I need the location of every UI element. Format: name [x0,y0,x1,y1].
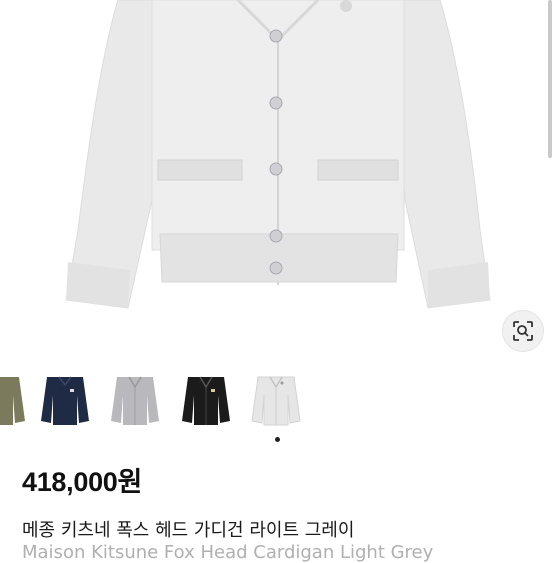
thumbnail-navy[interactable] [34,368,96,430]
thumbnail-grey-image [111,376,159,425]
thumbnail-grey[interactable] [104,368,166,430]
thumbnail-black[interactable] [175,368,237,430]
gallery-position-indicator [275,437,280,442]
thumbnail-khaki-image [0,377,25,425]
product-main-image [0,0,555,355]
lens-search-icon [513,321,533,341]
thumbnail-light-grey-image [251,376,301,426]
product-title-english: Maison Kitsune Fox Head Cardigan Light G… [22,542,434,563]
thumbnail-gallery [0,368,555,430]
thumbnail-black-image [182,376,230,425]
thumbnail-navy-image [41,376,89,425]
thumbnail-light-grey[interactable] [245,368,307,430]
product-price: 418,000원 [22,467,143,497]
page-scrollbar[interactable] [548,0,552,158]
thumbnail-khaki[interactable] [0,368,32,430]
product-title-korean: 메종 키츠네 폭스 헤드 가디건 라이트 그레이 [22,520,355,541]
cardigan-illustration [65,0,491,309]
visual-search-button[interactable] [502,310,544,352]
